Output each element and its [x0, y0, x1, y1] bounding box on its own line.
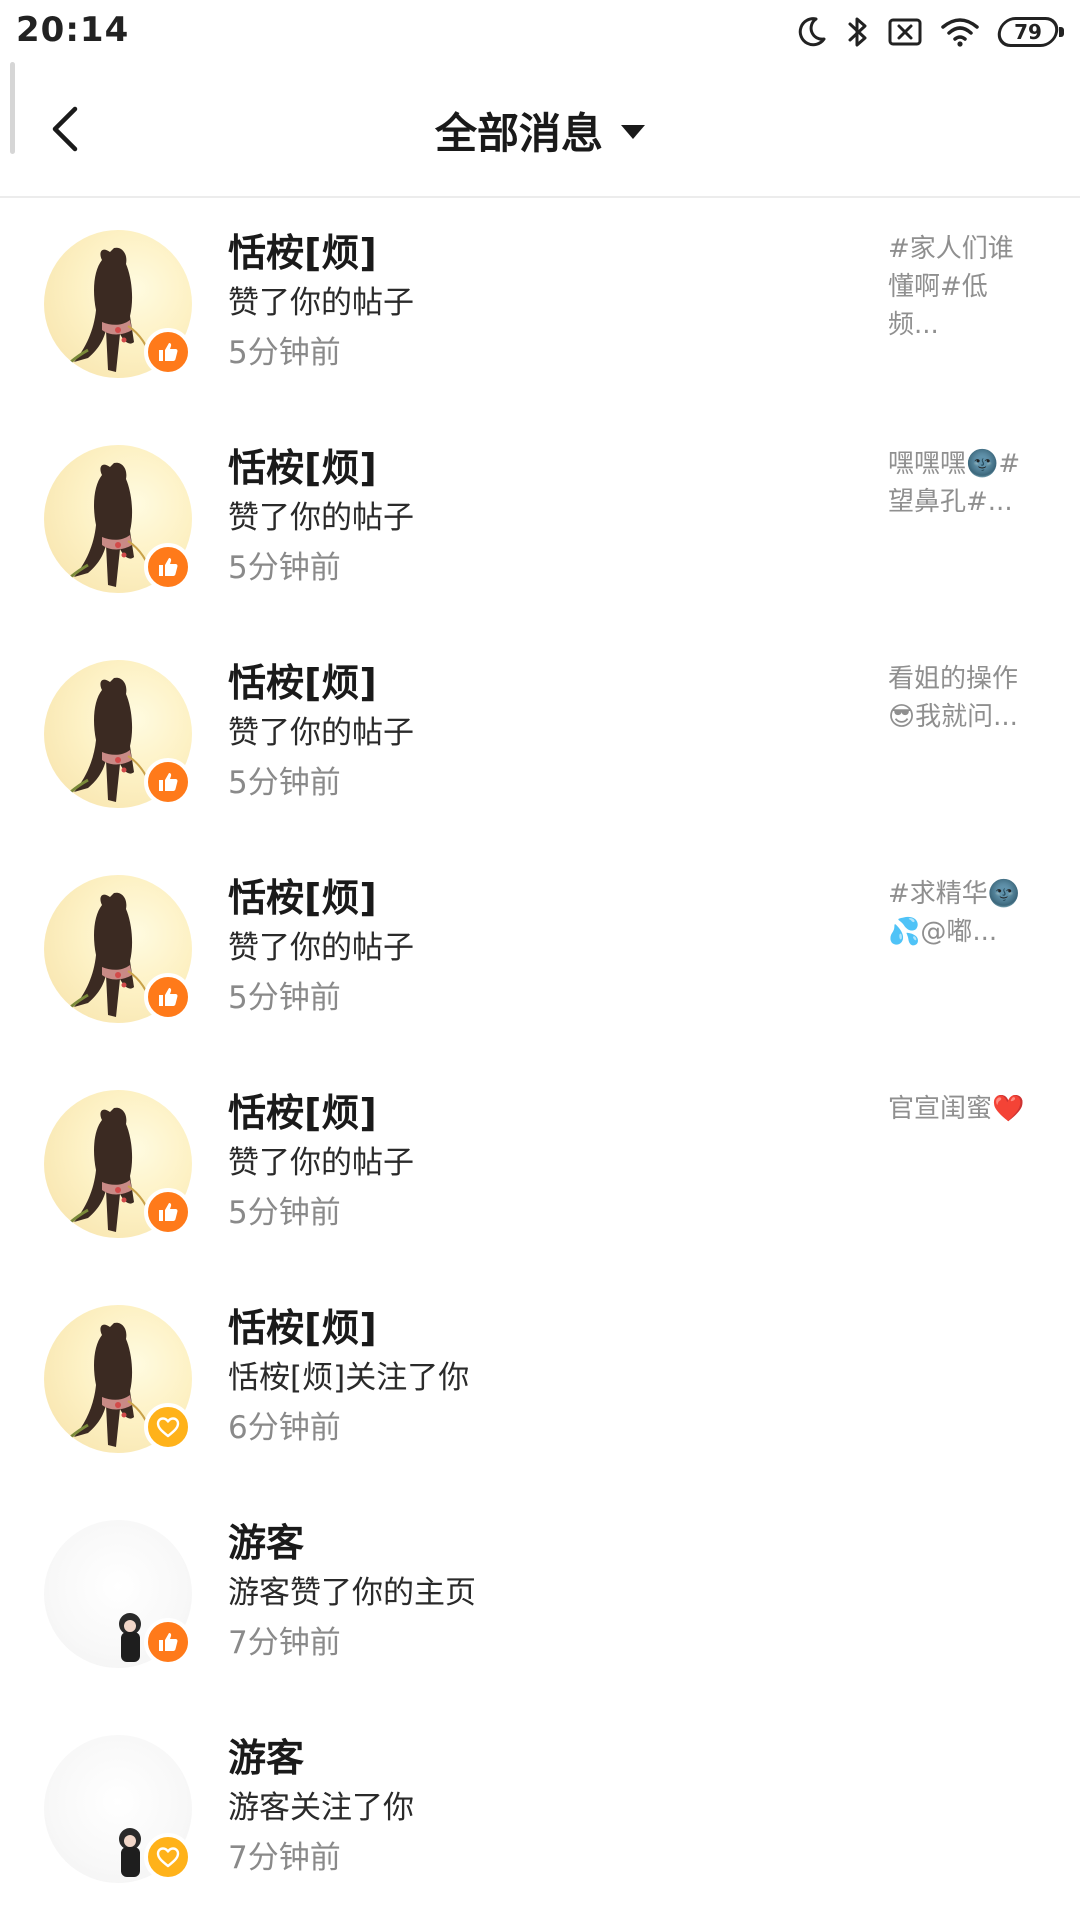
battery-icon: 79 [995, 17, 1064, 47]
message-text: 恬桉[烦] 赞了你的帖子 5分钟前 [228, 873, 848, 1023]
action-text: 游客关注了你 [228, 1790, 414, 1826]
page-title: 全部消息 [434, 108, 603, 158]
message-text: 恬桉[烦] 赞了你的帖子 5分钟前 [228, 1088, 848, 1238]
bluetooth-icon [846, 14, 870, 50]
message-row-5[interactable]: 恬桉[烦] 赞了你的帖子 5分钟前 官宣闺蜜❤️ [0, 1058, 1080, 1273]
nav-bar: 全部消息 [0, 64, 1080, 198]
time-text: 7分钟前 [228, 1625, 341, 1661]
caret-down-icon [621, 125, 645, 139]
message-text: 恬桉[烦] 恬桉[烦]关注了你 6分钟前 [228, 1303, 848, 1453]
message-list: 恬桉[烦] 赞了你的帖子 5分钟前 #家人们谁懂啊#低频... 恬桉[烦] 赞了… [0, 198, 1080, 1918]
thumbs-up-icon [144, 973, 192, 1021]
sender-name[interactable]: 游客 [228, 1733, 848, 1783]
time-text: 5分钟前 [228, 335, 341, 371]
message-row-2[interactable]: 恬桉[烦] 赞了你的帖子 5分钟前 嘿嘿嘿🌚#望鼻孔#... [0, 413, 1080, 628]
action-text: 赞了你的帖子 [228, 930, 414, 966]
message-text: 游客 游客赞了你的主页 7分钟前 [228, 1518, 848, 1668]
time-text: 5分钟前 [228, 980, 341, 1016]
heart-icon [144, 1833, 192, 1881]
wifi-icon [940, 16, 980, 48]
no-sim-icon [888, 17, 922, 47]
post-preview[interactable]: #求精华🌚💦@嘟... [888, 875, 1036, 951]
message-text: 恬桉[烦] 赞了你的帖子 5分钟前 [228, 443, 848, 593]
sender-name[interactable]: 恬桉[烦] [228, 658, 848, 708]
status-icons: 79 [794, 12, 1064, 52]
status-time: 20:14 [16, 10, 130, 50]
action-text: 赞了你的帖子 [228, 285, 414, 321]
sender-name[interactable]: 恬桉[烦] [228, 1303, 848, 1353]
time-text: 5分钟前 [228, 765, 341, 801]
message-filter-dropdown[interactable]: 全部消息 [435, 100, 645, 161]
message-row-1[interactable]: 恬桉[烦] 赞了你的帖子 5分钟前 #家人们谁懂啊#低频... [0, 198, 1080, 413]
post-preview[interactable]: 嘿嘿嘿🌚#望鼻孔#... [888, 445, 1036, 521]
action-text: 恬桉[烦]关注了你 [228, 1360, 470, 1396]
sender-name[interactable]: 恬桉[烦] [228, 443, 848, 493]
action-text: 赞了你的帖子 [228, 500, 414, 536]
thumbs-up-icon [144, 328, 192, 376]
thumbs-up-icon [144, 543, 192, 591]
status-bar: 20:14 79 [0, 0, 1080, 64]
time-text: 6分钟前 [228, 1410, 341, 1446]
thumbs-up-icon [144, 1618, 192, 1666]
time-text: 7分钟前 [228, 1840, 341, 1876]
message-row-4[interactable]: 恬桉[烦] 赞了你的帖子 5分钟前 #求精华🌚💦@嘟... [0, 843, 1080, 1058]
moon-icon [794, 15, 828, 49]
battery-level: 79 [1014, 20, 1042, 44]
time-text: 5分钟前 [228, 1195, 341, 1231]
chevron-left-icon [52, 106, 78, 152]
back-button[interactable] [30, 94, 100, 164]
sender-name[interactable]: 恬桉[烦] [228, 1088, 848, 1138]
post-preview[interactable]: 官宣闺蜜❤️ [888, 1090, 1036, 1128]
action-text: 赞了你的帖子 [228, 1145, 414, 1181]
message-row-8[interactable]: 游客 游客关注了你 7分钟前 [0, 1703, 1080, 1918]
post-preview[interactable]: #家人们谁懂啊#低频... [888, 230, 1036, 344]
action-text: 游客赞了你的主页 [228, 1575, 476, 1611]
thumbs-up-icon [144, 1188, 192, 1236]
heart-icon [144, 1403, 192, 1451]
message-text: 游客 游客关注了你 7分钟前 [228, 1733, 848, 1883]
message-text: 恬桉[烦] 赞了你的帖子 5分钟前 [228, 228, 848, 378]
sender-name[interactable]: 恬桉[烦] [228, 228, 848, 278]
message-row-7[interactable]: 游客 游客赞了你的主页 7分钟前 [0, 1488, 1080, 1703]
sender-name[interactable]: 恬桉[烦] [228, 873, 848, 923]
time-text: 5分钟前 [228, 550, 341, 586]
thumbs-up-icon [144, 758, 192, 806]
message-row-3[interactable]: 恬桉[烦] 赞了你的帖子 5分钟前 看姐的操作😎我就问... [0, 628, 1080, 843]
message-text: 恬桉[烦] 赞了你的帖子 5分钟前 [228, 658, 848, 808]
sender-name[interactable]: 游客 [228, 1518, 848, 1568]
post-preview[interactable]: 看姐的操作😎我就问... [888, 660, 1036, 736]
message-row-6[interactable]: 恬桉[烦] 恬桉[烦]关注了你 6分钟前 [0, 1273, 1080, 1488]
action-text: 赞了你的帖子 [228, 715, 414, 751]
